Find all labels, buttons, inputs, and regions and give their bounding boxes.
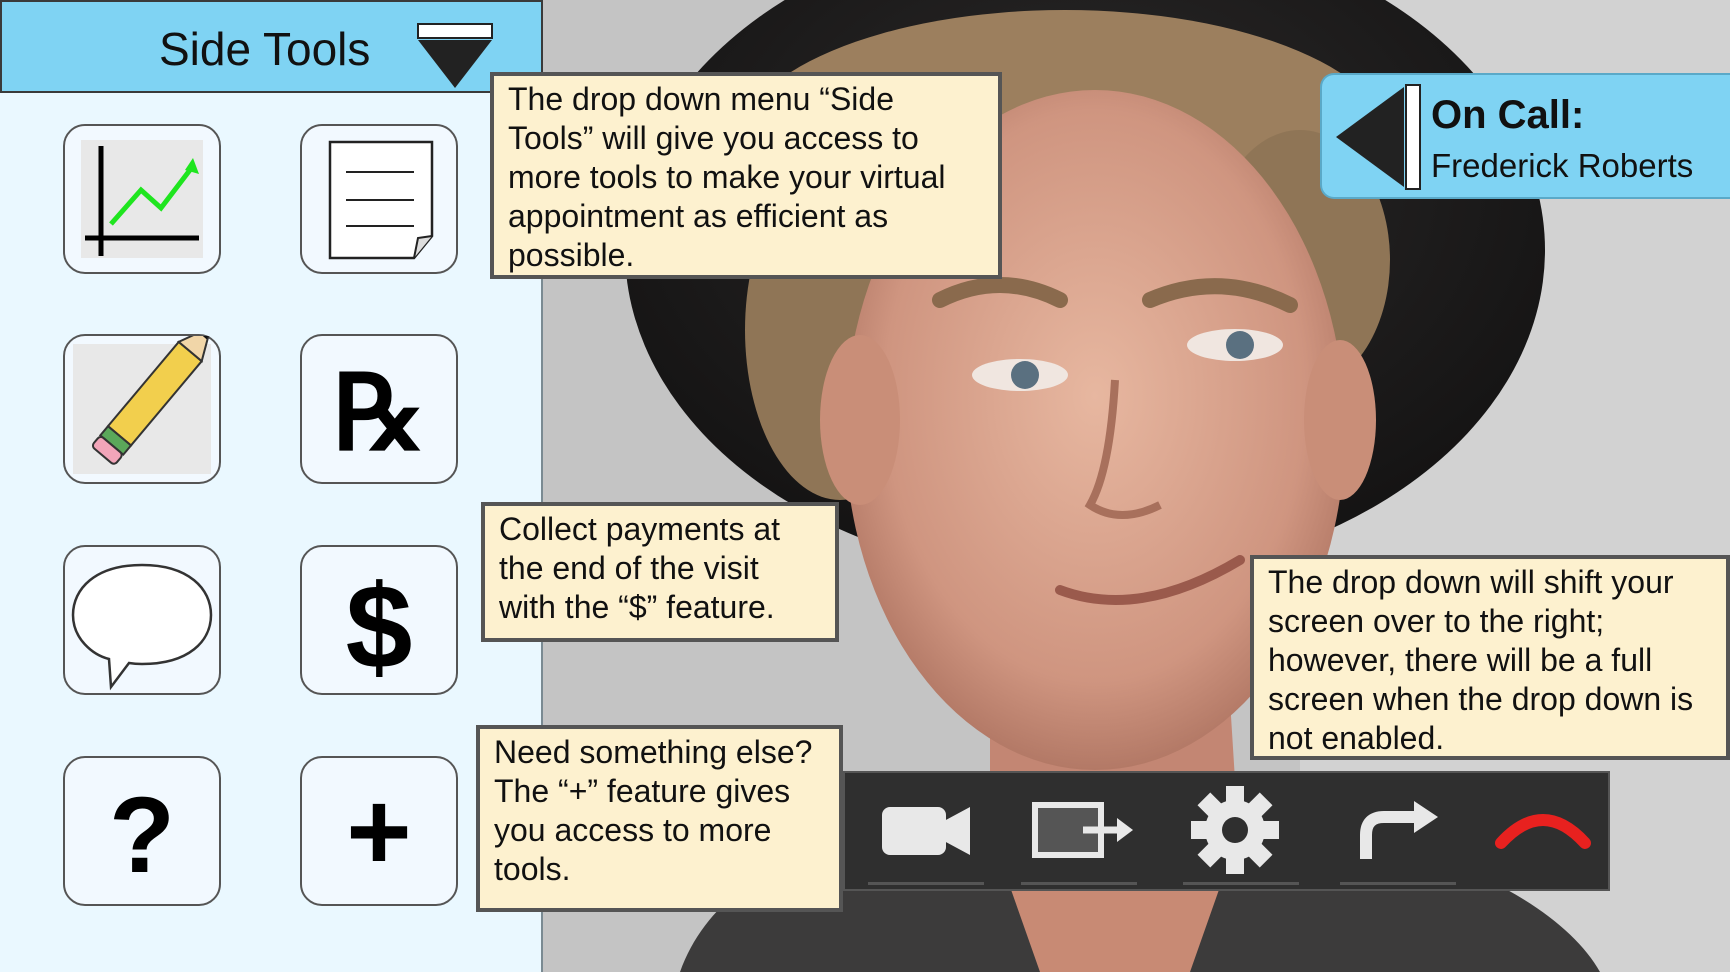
chat-bubble-icon [71, 563, 213, 691]
video-camera-icon [882, 807, 970, 855]
pencil-icon [73, 336, 213, 474]
side-tools-header[interactable]: Side Tools [0, 0, 543, 93]
control-underline [1021, 882, 1137, 885]
share-screen-icon [1032, 802, 1133, 858]
callout-shift-screen: The drop down will shift your screen ove… [1250, 555, 1730, 760]
callout-more-tools: Need something else? The “+” feature giv… [476, 725, 843, 912]
settings-button[interactable] [1175, 773, 1305, 889]
on-call-badge: On Call: Frederick Roberts [1320, 73, 1730, 199]
plus-icon: + [346, 769, 411, 894]
tool-chat-button[interactable] [63, 545, 221, 695]
help-question-icon: ? [109, 774, 175, 895]
video-toggle-button[interactable] [860, 773, 990, 889]
control-underline [868, 882, 984, 885]
rx-glyph: ℞ [332, 356, 425, 472]
call-control-bar [843, 771, 1610, 891]
dollar-glyph: $ [346, 560, 413, 693]
tool-more-button[interactable]: + [300, 756, 458, 906]
hang-up-button[interactable] [1479, 773, 1609, 889]
dropdown-toggle-icon[interactable] [416, 22, 494, 90]
on-call-label: On Call: [1431, 93, 1585, 137]
tool-help-button[interactable]: ? [63, 756, 221, 906]
side-tools-title: Side Tools [159, 23, 371, 75]
plus-glyph: + [346, 769, 411, 894]
chart-icon [81, 140, 203, 258]
tool-notes-button[interactable] [300, 124, 458, 274]
tool-chart-button[interactable] [63, 124, 221, 274]
settings-gear-icon [1191, 786, 1279, 874]
control-underline [1183, 882, 1299, 885]
control-underline [1340, 882, 1456, 885]
prescription-rx-icon: ℞ [332, 356, 425, 472]
collapse-arrow-icon[interactable] [1328, 83, 1428, 191]
side-tools-panel: Side Tools ℞ $ ? + [0, 0, 543, 972]
forward-button[interactable] [1332, 773, 1462, 889]
forward-arrow-icon [1360, 801, 1438, 859]
tool-payment-button[interactable]: $ [300, 545, 458, 695]
caller-name: Frederick Roberts [1431, 147, 1694, 184]
question-glyph: ? [109, 774, 175, 895]
share-screen-button[interactable] [1013, 773, 1143, 889]
callout-payments: Collect payments at the end of the visit… [481, 502, 839, 642]
notes-document-icon [328, 140, 434, 260]
tool-pencil-button[interactable] [63, 334, 221, 484]
tool-prescription-button[interactable]: ℞ [300, 334, 458, 484]
callout-side-tools: The drop down menu “Side Tools” will giv… [490, 72, 1002, 279]
dollar-icon: $ [346, 560, 413, 693]
hang-up-icon [1495, 814, 1591, 849]
